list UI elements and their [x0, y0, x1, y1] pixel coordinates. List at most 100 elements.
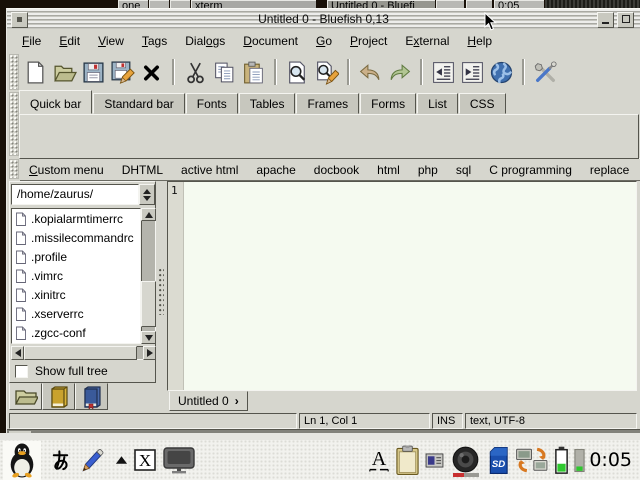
tab-css[interactable]: CSS: [459, 93, 506, 114]
minimize-button[interactable]: [597, 12, 614, 28]
close-button[interactable]: [137, 57, 166, 87]
custom-menu-item-docbook[interactable]: docbook: [305, 161, 368, 179]
background-window-button[interactable]: [170, 0, 190, 8]
custom-menu-grip[interactable]: [9, 159, 19, 179]
screen-rotate-icon[interactable]: [515, 446, 549, 474]
side-tab-file-browser[interactable]: [9, 383, 42, 410]
menu-item-external[interactable]: External: [396, 32, 458, 50]
show-full-tree-checkbox[interactable]: [15, 365, 28, 378]
file-item[interactable]: .missilecommandrc: [12, 228, 140, 247]
file-item[interactable]: .kopialarmtimerrc: [12, 209, 140, 228]
battery-backup-icon[interactable]: [574, 448, 585, 473]
new-button[interactable]: [21, 57, 50, 87]
menu-item-help[interactable]: Help: [458, 32, 501, 50]
toolbar-grip[interactable]: [9, 54, 19, 90]
paned-divider[interactable]: [156, 181, 167, 413]
background-window-button[interactable]: [466, 0, 492, 8]
unindent-button[interactable]: [429, 57, 458, 87]
custom-menu-item-sql[interactable]: sql: [447, 161, 480, 179]
open-button[interactable]: [50, 57, 79, 87]
tux-icon[interactable]: [3, 441, 41, 480]
indent-icon: [460, 60, 485, 85]
background-window-button-one[interactable]: one: [118, 0, 148, 8]
custom-menu-item-active-html[interactable]: active html: [172, 161, 247, 179]
pencil-icon[interactable]: [78, 447, 105, 474]
custom-menu-item-replace[interactable]: replace: [581, 161, 638, 179]
side-tab-reference-browser[interactable]: [42, 383, 75, 410]
volume-icon[interactable]: [449, 446, 482, 475]
menu-item-document[interactable]: Document: [234, 32, 307, 50]
view-in-browser-button[interactable]: [487, 57, 516, 87]
terminal-icon[interactable]: [162, 446, 196, 474]
tab-fonts[interactable]: Fonts: [186, 93, 238, 114]
editor-content[interactable]: [184, 182, 636, 390]
font-input-icon[interactable]: A: [368, 447, 390, 474]
scroll-up-button[interactable]: [141, 208, 156, 221]
svg-text:A: A: [372, 448, 387, 470]
hscrollbar-thumb[interactable]: [24, 346, 137, 360]
path-spinner[interactable]: [139, 184, 155, 205]
sd-card-icon[interactable]: SD: [487, 446, 510, 475]
side-tab-bookmarks[interactable]: [75, 383, 108, 410]
custom-menu-item-apache[interactable]: apache: [247, 161, 304, 179]
menu-item-tags[interactable]: Tags: [133, 32, 176, 50]
menu-item-dialogs[interactable]: Dialogs: [176, 32, 234, 50]
find-button[interactable]: [283, 57, 312, 87]
tab-menu-arrow-icon[interactable]: ›: [235, 394, 239, 408]
scroll-right-button[interactable]: [143, 346, 156, 360]
menu-item-edit[interactable]: Edit: [50, 32, 89, 50]
save-button[interactable]: [79, 57, 108, 87]
volume-level-bar[interactable]: [453, 473, 479, 477]
menu-item-project[interactable]: Project: [341, 32, 396, 50]
menu-item-file[interactable]: File: [13, 32, 50, 50]
background-texture: [545, 0, 640, 8]
tab-list[interactable]: List: [417, 93, 458, 114]
path-input[interactable]: /home/zaurus/: [11, 184, 139, 205]
collapse-arrow-icon[interactable]: [115, 455, 128, 465]
tab-frames[interactable]: Frames: [296, 93, 359, 114]
custom-menu-item-custom-menu[interactable]: Custom menu: [20, 161, 113, 179]
paste-button[interactable]: [239, 57, 268, 87]
file-item[interactable]: .zgcc-conf: [12, 323, 140, 342]
indent-button[interactable]: [458, 57, 487, 87]
custom-menu-item-c-programming[interactable]: C programming: [480, 161, 581, 179]
battery-main-icon[interactable]: [554, 445, 569, 475]
background-window-button[interactable]: [436, 0, 464, 8]
tab-untitled-0[interactable]: Untitled 0 ›: [169, 391, 248, 411]
html-toolbar-grip[interactable]: [9, 92, 19, 156]
custom-menu-item-dhtml[interactable]: DHTML: [113, 161, 172, 179]
ime-panel-icon[interactable]: [425, 453, 444, 468]
preferences-button[interactable]: [531, 57, 560, 87]
background-window-button[interactable]: [149, 0, 169, 8]
scroll-left-button[interactable]: [11, 346, 24, 360]
tab-tables[interactable]: Tables: [239, 93, 296, 114]
tab-standard-bar[interactable]: Standard bar: [93, 93, 184, 114]
menu-item-go[interactable]: Go: [307, 32, 341, 50]
show-full-tree-row: Show full tree: [15, 364, 108, 378]
scrollbar-thumb[interactable]: [141, 281, 156, 327]
file-item[interactable]: .xinitrc: [12, 285, 140, 304]
scroll-down-button[interactable]: [141, 331, 156, 344]
ime-hiragana-icon[interactable]: [49, 449, 72, 472]
maximize-button[interactable]: [617, 12, 634, 28]
background-window-button-bluefish[interactable]: Untitled 0 - Bluefi: [327, 0, 435, 8]
copy-button[interactable]: [210, 57, 239, 87]
undo-button[interactable]: [356, 57, 385, 87]
redo-button[interactable]: [385, 57, 414, 87]
cut-button[interactable]: [181, 57, 210, 87]
tab-quick-bar[interactable]: Quick bar: [19, 90, 92, 114]
custom-menu-item-html[interactable]: html: [368, 161, 409, 179]
find-replace-button[interactable]: [312, 57, 341, 87]
file-item[interactable]: .xserverrc: [12, 304, 140, 323]
custom-menu-item-php[interactable]: php: [409, 161, 447, 179]
menu-item-view[interactable]: View: [89, 32, 133, 50]
clipboard-icon[interactable]: [395, 445, 420, 476]
save-as-button[interactable]: [108, 57, 137, 87]
file-item[interactable]: .vimrc: [12, 266, 140, 285]
text-editor[interactable]: 1: [167, 181, 637, 391]
x11-icon[interactable]: X: [134, 449, 156, 471]
tab-forms[interactable]: Forms: [360, 93, 416, 114]
titlebar[interactable]: Untitled 0 - Bluefish 0,13: [7, 9, 640, 29]
file-item[interactable]: .profile: [12, 247, 140, 266]
background-window-button-xterm[interactable]: xterm: [191, 0, 316, 8]
